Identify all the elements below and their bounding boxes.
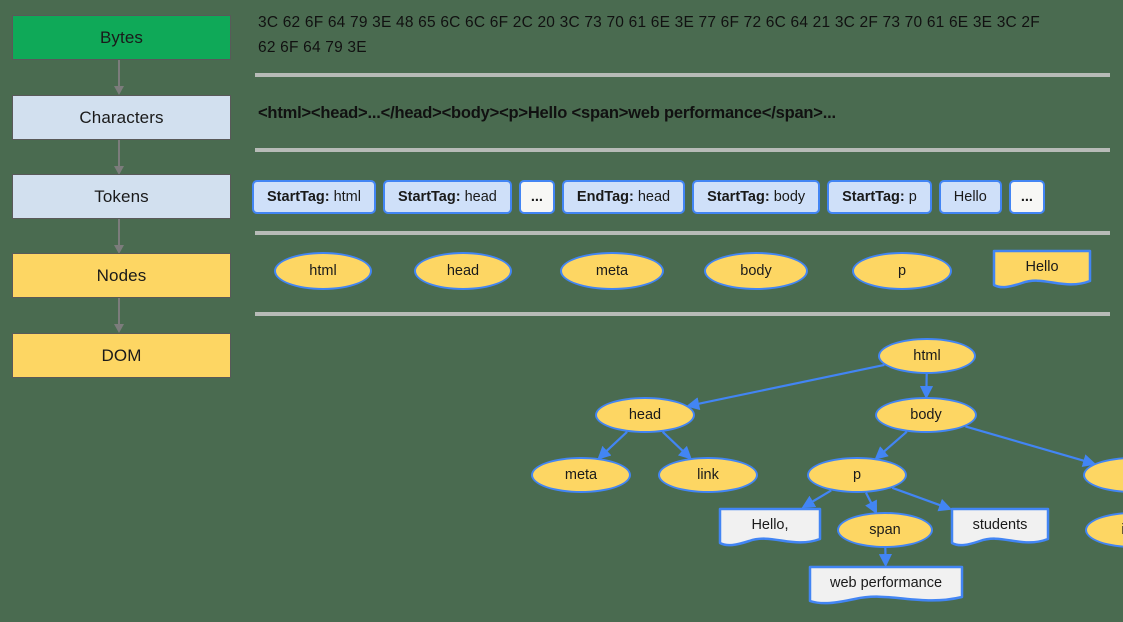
pipeline-arrow-bytes-to-characters (114, 60, 124, 95)
pipeline-arrow-tokens-to-nodes (114, 219, 124, 254)
tree-edge (801, 489, 832, 509)
stage-characters: Characters (12, 95, 231, 140)
pipeline-arrow-nodes-to-dom (114, 298, 124, 333)
tree-edge (597, 431, 628, 460)
stage-nodes: Nodes (12, 253, 231, 298)
characters-markup-text: <html><head>...</head><body><p>Hello <sp… (258, 104, 836, 122)
separator-1 (255, 73, 1110, 77)
node-chip-ellipse: body (704, 252, 808, 290)
tree-node-label: Hello, (751, 517, 789, 533)
stage-nodes-label: Nodes (96, 265, 147, 285)
separator-4 (255, 312, 1110, 316)
token-kind: EndTag: (576, 189, 634, 205)
token-chip: ... (518, 180, 555, 214)
tree-node-element: meta (531, 457, 631, 493)
token-strip: StartTag: html StartTag: head... EndTag: head… (252, 180, 1045, 214)
pipeline-column: Bytes Characters Tokens Nodes DOM (0, 0, 244, 622)
bytes-hex-text: 3C 62 6F 64 79 3E 48 65 6C 6C 6F 2C 20 3… (258, 14, 1040, 56)
node-chip-label: html (309, 263, 337, 279)
stage-tokens: Tokens (12, 174, 231, 219)
tree-edge (686, 363, 885, 411)
token-value: ... (1020, 189, 1033, 205)
token-kind: StartTag: (267, 189, 330, 205)
token-kind: StartTag: (842, 189, 905, 205)
node-chip-label: Hello (1025, 259, 1059, 275)
tree-node-label: body (910, 407, 942, 423)
token-kind: StartTag: (397, 189, 461, 205)
stage-dom: DOM (12, 333, 231, 378)
stage-bytes: Bytes (12, 15, 231, 60)
tree-edge (865, 492, 877, 515)
stage-tokens-label: Tokens (94, 186, 149, 206)
tree-node-label: web performance (829, 575, 943, 591)
token-chip: StartTag: body (692, 180, 821, 214)
token-value: body (773, 189, 806, 205)
tree-edge (965, 425, 1097, 467)
node-chip-ellipse: head (414, 252, 512, 290)
tree-node-label: link (697, 467, 719, 483)
node-chip-label: head (446, 263, 480, 279)
token-chip: EndTag: head (561, 180, 686, 214)
content-column: 3C 62 6F 64 79 3E 48 65 6C 6C 6F 2C 20 3… (244, 0, 1123, 622)
token-chip: ... (1008, 180, 1045, 214)
tree-node-label: students (972, 517, 1028, 533)
tree-node-text: students (950, 507, 1050, 547)
token-chip: Hello (938, 180, 1002, 214)
tree-node-label: meta (564, 467, 598, 483)
tree-node-text: web performance (808, 565, 964, 605)
token-value: p (908, 189, 917, 205)
tree-edge (891, 486, 953, 512)
node-chip-label: meta (595, 263, 629, 279)
tree-node-text: Hello, (718, 507, 822, 547)
token-value: html (333, 189, 361, 205)
token-value: Hello (953, 189, 987, 205)
node-chip-label: p (897, 263, 907, 279)
token-value: ... (530, 189, 543, 205)
node-chip-ellipse: meta (560, 252, 664, 290)
token-chip: StartTag: head (382, 180, 512, 214)
dom-tree-diagram: htmlheadbodymetalinkpdivHello,spanstuden… (244, 318, 1123, 622)
pipeline-arrow-characters-to-tokens (114, 140, 124, 175)
node-chip-ellipse: p (852, 252, 952, 290)
token-kind: StartTag: (707, 189, 770, 205)
tree-node-element: head (595, 397, 695, 433)
separator-3 (255, 231, 1110, 235)
node-chip-ellipse: html (274, 252, 372, 290)
tree-node-element: p (807, 457, 907, 493)
tree-node-label: head (628, 407, 662, 423)
tree-node-label: p (852, 467, 862, 483)
token-chip: StartTag: p (827, 180, 932, 214)
tree-node-element: html (878, 338, 976, 374)
node-chip-textnode: Hello (992, 249, 1092, 289)
stage-characters-label: Characters (79, 107, 164, 127)
separator-2 (255, 148, 1110, 152)
token-chip: StartTag: html (252, 180, 376, 214)
tree-node-element: link (658, 457, 758, 493)
tree-edge (661, 431, 692, 460)
stage-bytes-label: Bytes (99, 27, 144, 47)
tree-node-label: html (913, 348, 941, 364)
token-value: head (464, 189, 497, 205)
tree-node-label: span (869, 522, 901, 538)
token-value: head (637, 189, 671, 205)
node-chip-label: body (740, 263, 772, 279)
stage-dom-label: DOM (101, 345, 142, 365)
tree-edge (874, 430, 908, 460)
tree-node-element: body (875, 397, 977, 433)
tree-node-element: span (837, 512, 933, 548)
